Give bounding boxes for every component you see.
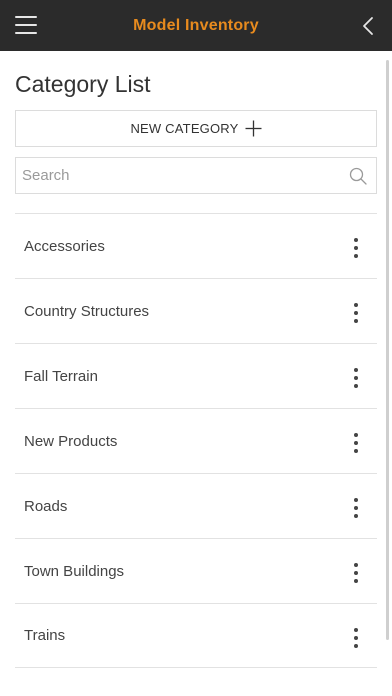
more-options-icon[interactable] <box>353 563 359 583</box>
new-category-label: NEW CATEGORY <box>130 121 239 136</box>
category-name: Country Structures <box>24 302 150 320</box>
search-box <box>15 157 377 194</box>
list-item-trains[interactable]: Trains <box>15 603 377 668</box>
plus-icon <box>245 120 262 137</box>
list-item-accessories[interactable]: Accessories <box>15 213 377 278</box>
app-title: Model Inventory <box>133 16 259 34</box>
list-item-fall-terrain[interactable]: Fall Terrain <box>15 343 377 408</box>
category-name: Town Buildings <box>24 562 125 580</box>
chevron-left-icon[interactable] <box>360 15 376 37</box>
scroll-indicator[interactable] <box>386 60 389 640</box>
list-item-country-structures[interactable]: Country Structures <box>15 278 377 343</box>
category-name: Trains <box>24 627 66 644</box>
list-item-town-buildings[interactable]: Town Buildings <box>15 538 377 603</box>
list-item-new-products[interactable]: New Products <box>15 408 377 473</box>
category-name: New Products <box>24 432 118 450</box>
category-name: Roads <box>24 497 68 515</box>
category-name: Accessories <box>24 237 105 255</box>
new-category-button[interactable]: NEW CATEGORY <box>15 110 377 147</box>
app-header: Model Inventory <box>0 0 392 51</box>
more-options-icon[interactable] <box>353 433 359 453</box>
page-title: Category List <box>15 71 151 97</box>
list-item-roads[interactable]: Roads <box>15 473 377 538</box>
search-input[interactable] <box>16 158 336 193</box>
more-options-icon[interactable] <box>353 238 359 258</box>
more-options-icon[interactable] <box>353 303 359 323</box>
more-options-icon[interactable] <box>353 628 359 648</box>
more-options-icon[interactable] <box>353 498 359 518</box>
category-name: Fall Terrain <box>24 367 98 385</box>
more-options-icon[interactable] <box>353 368 359 388</box>
category-list: Accessories Country Structures Fall Terr… <box>15 213 377 668</box>
search-icon[interactable] <box>349 167 367 185</box>
hamburger-menu-icon[interactable] <box>15 16 37 34</box>
